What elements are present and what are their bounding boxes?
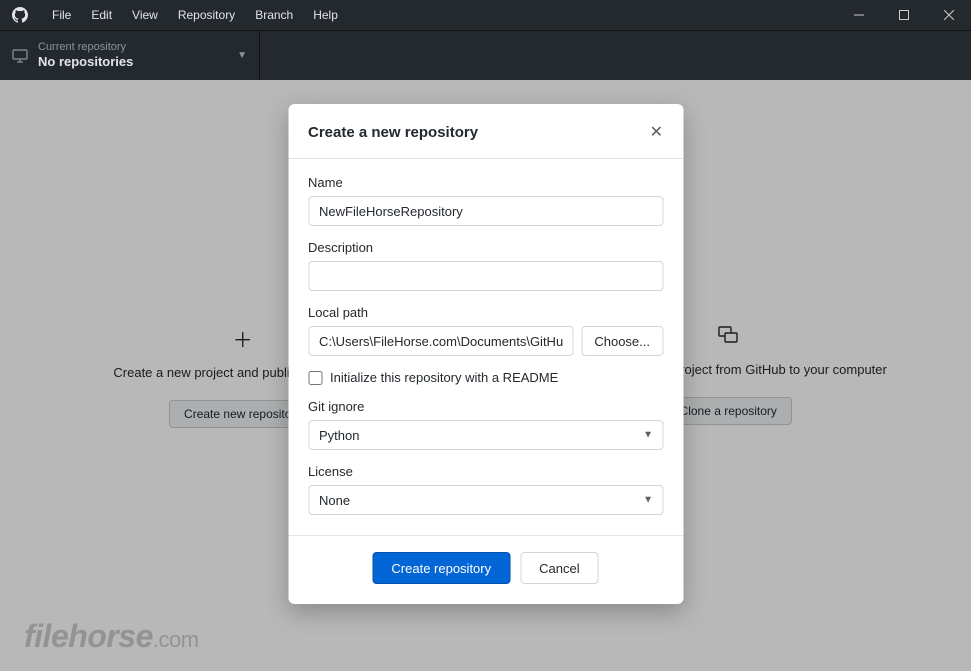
repo-selector-label: Current repository bbox=[38, 40, 227, 54]
watermark: filehorse.com bbox=[24, 618, 199, 655]
menu-branch[interactable]: Branch bbox=[245, 0, 303, 30]
description-input[interactable] bbox=[308, 261, 663, 291]
license-label: License bbox=[308, 464, 663, 479]
window-controls bbox=[836, 0, 971, 30]
readme-label: Initialize this repository with a README bbox=[330, 370, 558, 385]
menu-file[interactable]: File bbox=[42, 0, 81, 30]
close-button[interactable] bbox=[926, 0, 971, 30]
repo-selector-value: No repositories bbox=[38, 54, 227, 71]
menu-edit[interactable]: Edit bbox=[81, 0, 122, 30]
minimize-button[interactable] bbox=[836, 0, 881, 30]
create-repository-button[interactable]: Create repository bbox=[372, 552, 510, 584]
readme-checkbox[interactable] bbox=[308, 371, 322, 385]
modal-body: Name Description Local path Choose... In… bbox=[288, 159, 683, 535]
maximize-button[interactable] bbox=[881, 0, 926, 30]
current-repository-selector[interactable]: Current repository No repositories ▼ bbox=[0, 31, 260, 80]
name-input[interactable] bbox=[308, 196, 663, 226]
menu-bar: File Edit View Repository Branch Help bbox=[42, 0, 348, 30]
modal-header: Create a new repository ✕ bbox=[288, 104, 683, 159]
local-path-input[interactable] bbox=[308, 326, 573, 356]
desktop-icon bbox=[12, 48, 28, 64]
chevron-down-icon: ▼ bbox=[237, 50, 247, 61]
modal-footer: Create repository Cancel bbox=[288, 535, 683, 604]
github-logo-icon bbox=[12, 7, 28, 23]
watermark-tld: .com bbox=[153, 627, 199, 652]
description-label: Description bbox=[308, 240, 663, 255]
choose-path-button[interactable]: Choose... bbox=[581, 326, 663, 356]
name-label: Name bbox=[308, 175, 663, 190]
menu-help[interactable]: Help bbox=[303, 0, 348, 30]
toolbar: Current repository No repositories ▼ bbox=[0, 30, 971, 80]
cancel-button[interactable]: Cancel bbox=[520, 552, 598, 584]
menu-view[interactable]: View bbox=[122, 0, 168, 30]
title-bar: File Edit View Repository Branch Help bbox=[0, 0, 971, 30]
menu-repository[interactable]: Repository bbox=[168, 0, 245, 30]
watermark-name: filehorse bbox=[24, 618, 153, 654]
license-select[interactable] bbox=[308, 485, 663, 515]
create-repository-modal: Create a new repository ✕ Name Descripti… bbox=[288, 104, 683, 604]
modal-title: Create a new repository bbox=[308, 124, 478, 141]
local-path-label: Local path bbox=[308, 305, 663, 320]
gitignore-select[interactable] bbox=[308, 420, 663, 450]
modal-close-button[interactable]: ✕ bbox=[650, 122, 663, 142]
repo-selector-text: Current repository No repositories bbox=[38, 40, 227, 71]
gitignore-label: Git ignore bbox=[308, 399, 663, 414]
